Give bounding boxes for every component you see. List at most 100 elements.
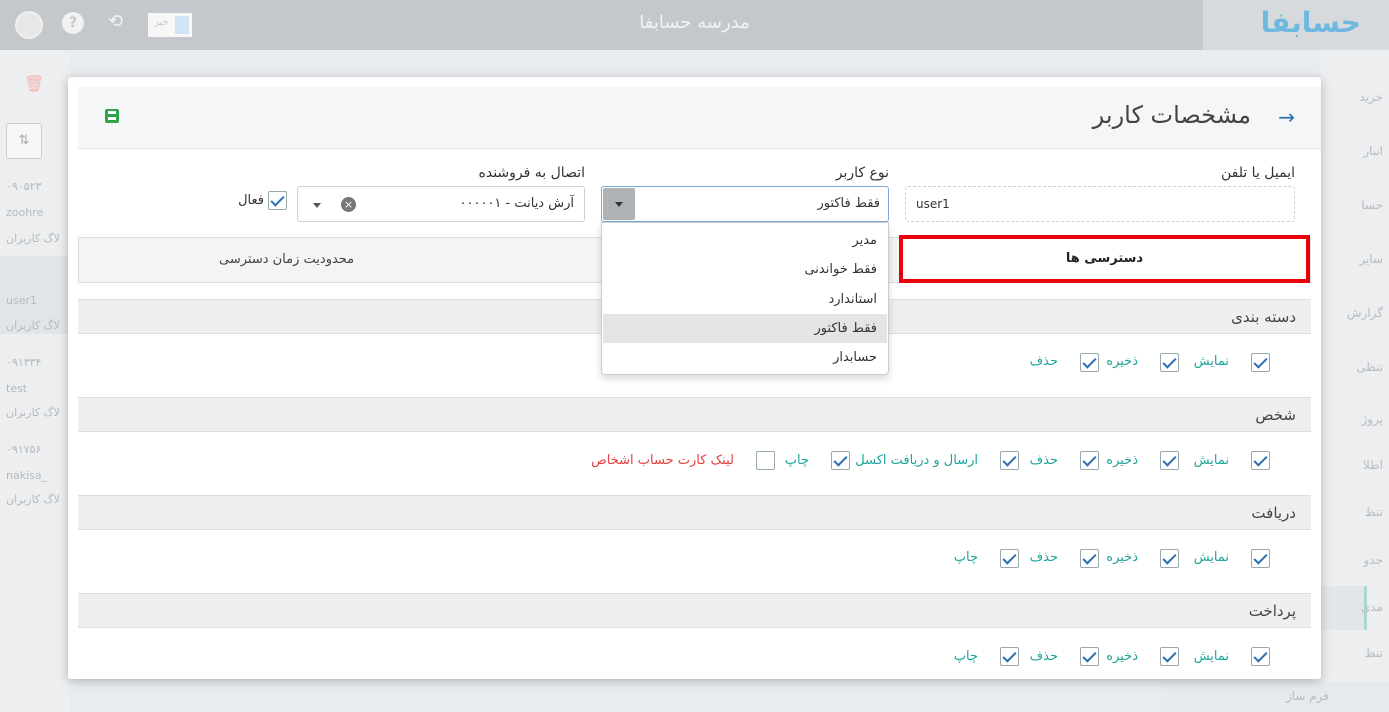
sidebar-item[interactable]: تنظ xyxy=(1365,505,1383,519)
perm-checkbox[interactable] xyxy=(1160,647,1179,666)
email-field[interactable] xyxy=(905,186,1295,222)
perm-checkbox[interactable] xyxy=(1080,451,1099,470)
perm-checkbox[interactable] xyxy=(1251,451,1270,470)
section-title: پرداخت xyxy=(1248,602,1296,620)
perm-label: حذف xyxy=(1029,354,1058,369)
list-item: nakisa_ xyxy=(6,469,48,482)
modal-title: مشخصات کاربر xyxy=(1092,101,1251,129)
perm-label: نمایش xyxy=(1193,550,1229,565)
perm-label: ذخیره xyxy=(1106,453,1138,468)
perm-checkbox[interactable] xyxy=(1160,549,1179,568)
sidebar-item[interactable]: سایر xyxy=(1359,252,1383,266)
list-item[interactable]: لاگ کاربران xyxy=(6,319,60,332)
seller-label: اتصال به فروشنده xyxy=(478,165,585,181)
perm-checkbox[interactable] xyxy=(756,451,775,470)
chevron-down-icon[interactable] xyxy=(313,203,321,208)
sidebar-item[interactable]: خرید xyxy=(1359,90,1383,104)
perm-label: ارسال و دریافت اکسل xyxy=(855,453,978,468)
user-type-select[interactable]: فقط فاکتور xyxy=(601,186,889,222)
perm-checkbox[interactable] xyxy=(1080,647,1099,666)
perm-checkbox[interactable] xyxy=(1080,353,1099,372)
section-person-header: شخص xyxy=(78,397,1311,432)
save-icon[interactable] xyxy=(105,109,119,123)
background-sidebar: خرید انبار حسا سایر گزارش تنظی پروژ اطلا… xyxy=(1161,50,1389,712)
section-title: شخص xyxy=(1255,406,1296,424)
user-type-dropdown: مدیر فقط خواندنی استاندارد فقط فاکتور حس… xyxy=(601,222,889,375)
user-details-modal: مشخصات کاربر → ایمیل یا تلفن نوع کاربر ا… xyxy=(68,77,1321,679)
sort-button[interactable]: ⇅ xyxy=(6,123,42,159)
dropdown-option[interactable]: فقط فاکتور xyxy=(603,314,887,343)
perm-checkbox[interactable] xyxy=(1000,549,1019,568)
active-label: فعال xyxy=(238,193,264,208)
tab-access-label: دسترسی ها xyxy=(1065,251,1144,266)
perm-checkbox[interactable] xyxy=(1080,549,1099,568)
user-type-label: نوع کاربر xyxy=(835,165,889,181)
perm-checkbox[interactable] xyxy=(1000,451,1019,470)
logo-text: حسابفا xyxy=(1260,6,1361,39)
list-item: ۰۹۱۷۵۶ xyxy=(6,443,42,456)
perm-label: ذخیره xyxy=(1106,550,1138,565)
dropdown-option[interactable]: فقط خواندنی xyxy=(603,255,887,284)
perm-checkbox[interactable] xyxy=(1251,353,1270,372)
list-item: zoohre xyxy=(6,206,44,219)
perm-label: لینک کارت حساب اشخاص xyxy=(591,453,734,468)
perm-checkbox[interactable] xyxy=(1251,549,1270,568)
perm-label: حذف xyxy=(1029,453,1058,468)
sidebar-item[interactable]: حسا xyxy=(1361,198,1383,212)
perm-checkbox[interactable] xyxy=(1000,647,1019,666)
sidebar-bottom: فرم ساز xyxy=(1161,682,1389,712)
list-item: user1 xyxy=(6,294,37,307)
section-title: دسته بندی xyxy=(1231,308,1296,326)
logo: حسابفا xyxy=(1203,0,1389,50)
tab-access[interactable]: دسترسی ها xyxy=(899,235,1310,283)
perm-label: چاپ xyxy=(953,550,978,565)
back-arrow-icon[interactable]: → xyxy=(1278,107,1295,127)
background-user-list: 🗑 ⇅ ۰۹۰۵۲۳ zoohre لاگ کاربران user1 لاگ … xyxy=(0,50,70,712)
sidebar-item[interactable]: تنظ xyxy=(1365,646,1383,660)
sidebar-item[interactable]: پروژ xyxy=(1361,412,1383,426)
sidebar-item[interactable]: مدی xyxy=(1361,600,1383,614)
list-item: ۰۹۱۳۳۴ xyxy=(6,356,42,369)
section-receive-header: دریافت xyxy=(78,495,1311,530)
sidebar-item[interactable]: جدو xyxy=(1363,553,1383,567)
sidebar-item-form-builder[interactable]: فرم ساز xyxy=(1286,689,1329,703)
active-checkbox[interactable] xyxy=(268,191,287,210)
section-payment-header: پرداخت xyxy=(78,593,1311,628)
dropdown-option[interactable]: استاندارد xyxy=(603,285,887,314)
list-item: ۰۹۰۵۲۳ xyxy=(6,180,42,193)
seller-value: ۰۰۰۰۰۱ - آرش دیانت xyxy=(459,196,574,211)
perm-checkbox[interactable] xyxy=(831,451,850,470)
perm-label: نمایش xyxy=(1193,649,1229,664)
app-title: مدرسه حسابفا xyxy=(639,12,750,33)
trash-icon[interactable]: 🗑 xyxy=(24,74,44,93)
user-type-value: فقط فاکتور xyxy=(817,196,880,211)
list-item: test xyxy=(6,382,28,395)
perm-label: نمایش xyxy=(1193,453,1229,468)
dropdown-option[interactable]: مدیر xyxy=(603,226,887,255)
clear-icon[interactable]: × xyxy=(341,197,356,212)
sidebar-item[interactable]: اطلا xyxy=(1363,458,1383,472)
topbar: ? ⟲ خبر مدرسه حسابفا حسابفا xyxy=(0,0,1389,50)
perm-label: نمایش xyxy=(1193,354,1229,369)
tab-time-limit[interactable]: محدودیت زمان دسترسی xyxy=(219,252,354,267)
perm-checkbox[interactable] xyxy=(1160,451,1179,470)
perm-checkbox[interactable] xyxy=(1251,647,1270,666)
section-title: دریافت xyxy=(1251,504,1296,522)
perm-label: ذخیره xyxy=(1106,354,1138,369)
perm-label: حذف xyxy=(1029,550,1058,565)
list-item[interactable]: لاگ کاربران xyxy=(6,232,60,245)
chevron-down-icon[interactable] xyxy=(603,188,635,220)
seller-select[interactable]: × ۰۰۰۰۰۱ - آرش دیانت xyxy=(297,186,585,222)
modal-header: مشخصات کاربر → xyxy=(78,87,1321,149)
dropdown-option[interactable]: حسابدار xyxy=(603,343,887,372)
sidebar-item[interactable]: انبار xyxy=(1363,144,1383,158)
perm-checkbox[interactable] xyxy=(1160,353,1179,372)
perm-label: چاپ xyxy=(784,453,809,468)
sidebar-item[interactable]: گزارش xyxy=(1347,306,1383,320)
email-label: ایمیل یا تلفن xyxy=(1220,165,1295,181)
perm-label: حذف xyxy=(1029,649,1058,664)
list-item[interactable]: لاگ کاربران xyxy=(6,493,60,506)
sidebar-item[interactable]: تنظی xyxy=(1356,360,1383,374)
list-item[interactable]: لاگ کاربران xyxy=(6,406,60,419)
perm-label: چاپ xyxy=(953,649,978,664)
